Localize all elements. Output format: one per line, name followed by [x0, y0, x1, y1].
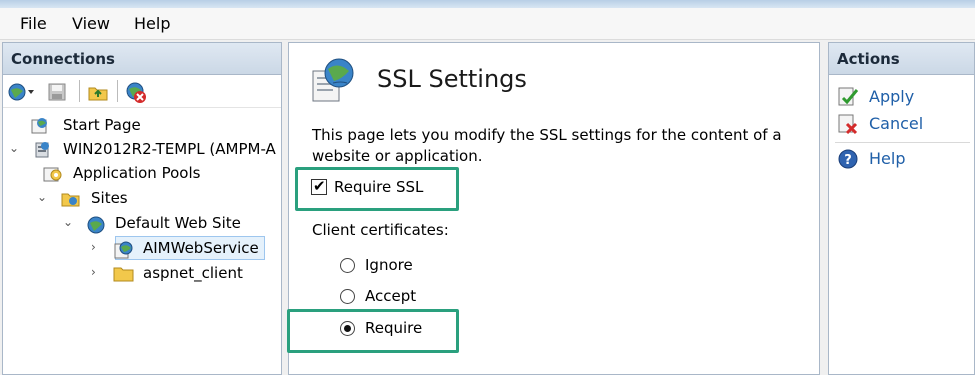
cancel-label: Cancel [869, 114, 924, 133]
actions-header: Actions [829, 43, 974, 75]
cancel-icon [837, 113, 859, 139]
chevron-right-icon[interactable]: › [91, 265, 96, 279]
radio-accept-label: Accept [365, 287, 417, 305]
require-ssl-label: Require SSL [334, 178, 424, 196]
checkmark-icon: ✔ [313, 177, 326, 195]
tree-label-sites: Sites [91, 189, 128, 207]
website-globe-icon [85, 215, 107, 239]
tree-label-aspnet-client: aspnet_client [143, 264, 243, 282]
help-label: Help [869, 149, 906, 168]
connect-globe-icon[interactable] [7, 82, 37, 106]
menu-file[interactable]: File [20, 14, 47, 33]
folder-icon [113, 265, 135, 287]
tree-node-server[interactable]: ⌄ WIN2012R2-TEMPL (AMPM-A [9, 139, 279, 161]
application-pools-icon [43, 165, 63, 187]
toolbar-divider [79, 80, 80, 102]
chevron-down-icon[interactable]: ⌄ [9, 141, 19, 155]
radio-selected-dot [344, 325, 351, 332]
tree-node-sites[interactable]: ⌄ Sites [37, 188, 267, 210]
page-description: This page lets you modify the SSL settin… [312, 126, 782, 165]
client-certificates-label: Client certificates: [312, 221, 449, 239]
sites-folder-icon [61, 190, 81, 212]
chevron-down-icon[interactable]: ⌄ [37, 190, 47, 204]
apply-action[interactable]: Apply [837, 86, 967, 110]
tree-node-application-pools[interactable]: Application Pools [43, 163, 273, 185]
help-action[interactable]: ? Help [837, 148, 967, 172]
apply-icon [837, 86, 859, 112]
menu-view[interactable]: View [72, 14, 110, 33]
connections-header: Connections [3, 43, 281, 75]
tree-node-aspnet-client[interactable]: › aspnet_client [91, 263, 267, 285]
tree-node-default-web-site[interactable]: ⌄ Default Web Site [63, 213, 273, 235]
radio-ignore[interactable] [340, 258, 355, 273]
help-icon: ? [837, 148, 859, 174]
tree-label-application-pools: Application Pools [73, 164, 201, 182]
actions-separator [835, 142, 970, 143]
ssl-settings-pane: SSL Settings This page lets you modify t… [287, 42, 820, 375]
connections-pane: Connections Start Page ⌄ WIN2012R2-TEMPL… [2, 42, 282, 375]
disconnect-icon[interactable] [125, 82, 147, 108]
server-icon [33, 141, 51, 163]
chevron-right-icon[interactable]: › [91, 240, 96, 254]
tree-label-server: WIN2012R2-TEMPL (AMPM-A [63, 140, 276, 158]
start-page-icon [31, 117, 49, 139]
save-icon[interactable] [47, 82, 67, 106]
tree-node-aimwebservice[interactable]: › AIMWebService [91, 238, 267, 260]
radio-require[interactable] [340, 321, 355, 336]
toolbar-divider [117, 80, 118, 102]
svg-text:?: ? [844, 153, 852, 168]
radio-require-label: Require [365, 319, 423, 337]
actions-pane: Actions Apply Cancel ? Help [828, 42, 975, 375]
connections-toolbar [3, 76, 281, 108]
tree-label-start-page: Start Page [63, 116, 141, 134]
chevron-down-icon[interactable]: ⌄ [63, 215, 73, 229]
require-ssl-checkbox[interactable]: ✔ [311, 177, 327, 195]
radio-accept[interactable] [340, 289, 355, 304]
tree-node-start-page[interactable]: Start Page [17, 115, 267, 137]
menu-help[interactable]: Help [134, 14, 170, 33]
apply-label: Apply [869, 87, 915, 106]
menu-bar: File View Help [0, 8, 975, 40]
window-title-strip [0, 0, 975, 8]
web-application-icon [113, 240, 135, 264]
page-title: SSL Settings [377, 65, 527, 93]
ssl-settings-icon [311, 57, 357, 109]
radio-ignore-label: Ignore [365, 256, 413, 274]
tree-label-aimwebservice: AIMWebService [143, 239, 259, 257]
cancel-action[interactable]: Cancel [837, 113, 967, 137]
up-folder-icon[interactable] [87, 82, 109, 106]
tree-label-default-web-site: Default Web Site [115, 214, 241, 232]
